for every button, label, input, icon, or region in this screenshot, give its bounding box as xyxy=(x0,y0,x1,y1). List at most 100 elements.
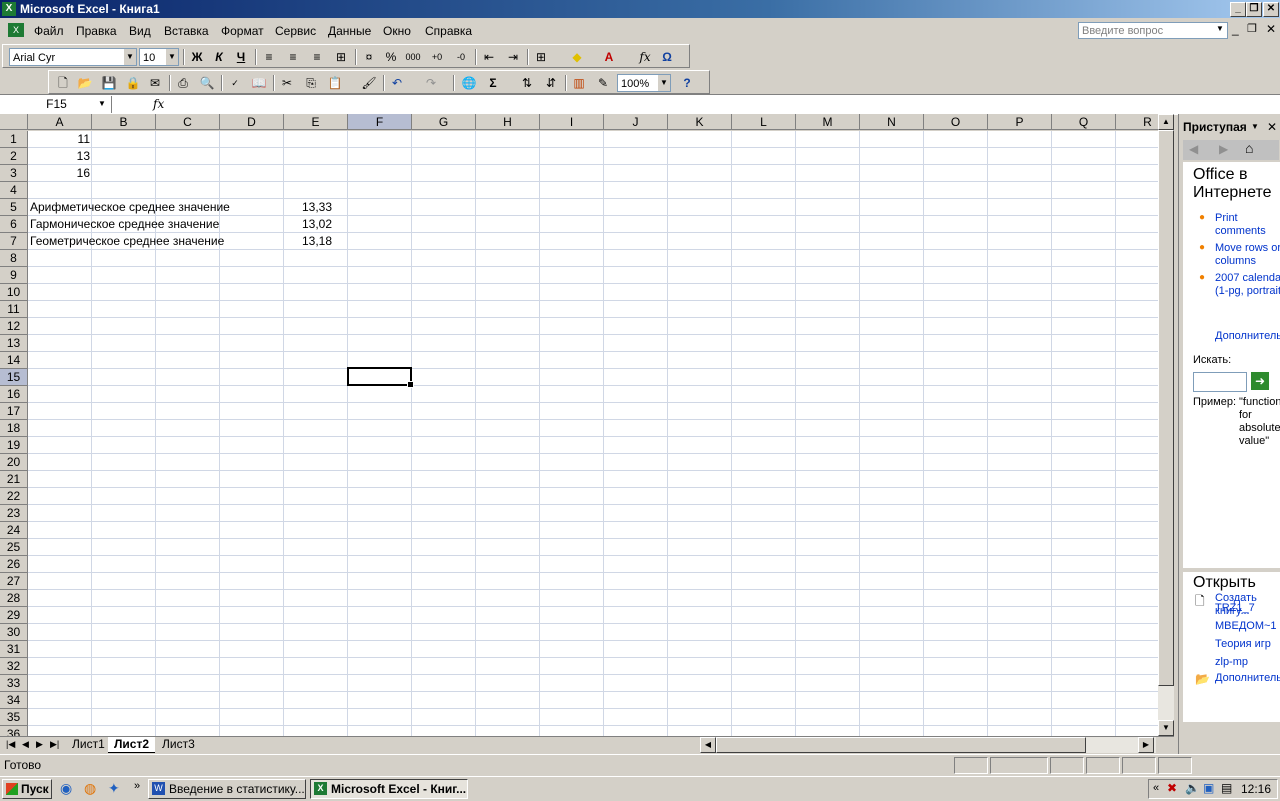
name-box-dropdown-icon[interactable]: ▼ xyxy=(98,99,106,108)
column-header-f[interactable]: F xyxy=(348,114,412,130)
italic-button[interactable]: К xyxy=(209,48,229,66)
task-pane-close-icon[interactable]: ✕ xyxy=(1267,120,1277,134)
row-header-10[interactable]: 10 xyxy=(0,284,28,301)
active-cell-f15[interactable] xyxy=(347,367,414,388)
monitor-icon[interactable]: ▣ xyxy=(1203,781,1214,795)
row-header-32[interactable]: 32 xyxy=(0,658,28,675)
column-header-n[interactable]: N xyxy=(860,114,924,130)
sort-descending-icon[interactable]: ⇵ xyxy=(541,74,561,92)
doc-minimize-button[interactable]: _ xyxy=(1232,22,1239,36)
row-header-33[interactable]: 33 xyxy=(0,675,28,692)
app-icon[interactable]: ✦ xyxy=(108,780,120,797)
fill-color-icon[interactable]: ◆ xyxy=(567,48,587,66)
file-link-2[interactable]: МВЕДОМ~1 xyxy=(1215,620,1280,633)
menu-help[interactable]: Справка xyxy=(425,24,472,38)
task-pane-title[interactable]: Приступая xyxy=(1183,120,1247,134)
font-color-icon[interactable]: A xyxy=(599,48,619,66)
save-icon[interactable]: 💾 xyxy=(99,74,119,92)
row-header-1[interactable]: 1 xyxy=(0,131,28,148)
column-header-g[interactable]: G xyxy=(412,114,476,130)
row-header-9[interactable]: 9 xyxy=(0,267,28,284)
row-header-15[interactable]: 15 xyxy=(0,369,28,386)
browser-icon[interactable]: ◍ xyxy=(84,780,96,797)
column-header-r[interactable]: R xyxy=(1116,114,1158,130)
cell-a3[interactable]: 16 xyxy=(28,165,90,182)
task-search-input[interactable] xyxy=(1193,372,1247,392)
cell-e6[interactable]: 13,02 xyxy=(284,216,332,233)
row-header-22[interactable]: 22 xyxy=(0,488,28,505)
row-header-6[interactable]: 6 xyxy=(0,216,28,233)
zoom-combo[interactable]: 100% ▼ xyxy=(617,74,671,92)
sheet-tab-1[interactable]: Лист1 xyxy=(66,737,111,752)
drawing-icon[interactable]: ✎ xyxy=(593,74,613,92)
align-center-icon[interactable]: ≡ xyxy=(283,48,303,66)
link-calendar[interactable]: 2007 calendar (1-pg, portrait) xyxy=(1215,272,1280,298)
cell-a6[interactable]: Гармоническое среднее значение xyxy=(30,216,219,233)
scroll-down-icon[interactable]: ▼ xyxy=(1158,720,1174,736)
email-icon[interactable]: ✉ xyxy=(145,74,165,92)
column-header-b[interactable]: B xyxy=(92,114,156,130)
autosum-button[interactable]: Σ xyxy=(483,74,503,92)
symbol-button[interactable]: Ω xyxy=(657,48,677,66)
task-button-word[interactable]: W Введение в статистику... xyxy=(148,779,306,799)
ask-question-input[interactable]: Введите вопрос xyxy=(1078,22,1228,39)
cell-a2[interactable]: 13 xyxy=(28,148,90,165)
cut-icon[interactable]: ✂ xyxy=(277,74,297,92)
row-header-34[interactable]: 34 xyxy=(0,692,28,709)
search-go-icon[interactable]: ➜ xyxy=(1251,372,1269,390)
prev-sheet-icon[interactable]: ◀ xyxy=(22,739,29,750)
font-size-combo[interactable]: 10 ▼ xyxy=(139,48,179,66)
worksheet-grid[interactable]: ABCDEFGHIJKLMNOPQR 1 2 3 4 5 6 7 8 9 10 11 12 13 14 15… xyxy=(0,114,1158,736)
row-header-26[interactable]: 26 xyxy=(0,556,28,573)
thousands-button[interactable]: 000 xyxy=(403,48,423,66)
chevron-down-icon[interactable]: ▼ xyxy=(124,49,136,65)
file-link-3[interactable]: Теория игр xyxy=(1215,638,1280,651)
doc-restore-button[interactable]: ❐ xyxy=(1247,22,1257,35)
open-icon[interactable]: 📂 xyxy=(75,74,95,92)
vertical-scrollbar[interactable]: ▲ ▼ xyxy=(1158,114,1174,736)
restore-button[interactable]: ❐ xyxy=(1246,2,1262,17)
close-button[interactable]: ✕ xyxy=(1263,2,1279,17)
print-icon[interactable]: ⎙ xyxy=(173,74,193,92)
percent-button[interactable]: % xyxy=(381,48,401,66)
column-header-d[interactable]: D xyxy=(220,114,284,130)
menu-data[interactable]: Данные xyxy=(328,24,371,38)
undo-icon[interactable]: ↶ xyxy=(387,74,407,92)
cell-a1[interactable]: 11 xyxy=(28,131,90,148)
row-header-7[interactable]: 7 xyxy=(0,233,28,250)
merge-center-icon[interactable]: ⊞ xyxy=(331,48,351,66)
row-header-23[interactable]: 23 xyxy=(0,505,28,522)
row-header-27[interactable]: 27 xyxy=(0,573,28,590)
chevron-down-icon[interactable]: ▼ xyxy=(166,49,178,65)
next-sheet-icon[interactable]: ▶ xyxy=(36,739,43,750)
select-all-corner[interactable] xyxy=(0,114,28,130)
minimize-button[interactable]: _ xyxy=(1230,2,1246,17)
hyperlink-icon[interactable]: 🌐 xyxy=(459,74,479,92)
row-header-31[interactable]: 31 xyxy=(0,641,28,658)
row-header-12[interactable]: 12 xyxy=(0,318,28,335)
insert-function-button[interactable]: fx xyxy=(635,48,655,66)
menu-insert[interactable]: Вставка xyxy=(164,24,209,38)
currency-icon[interactable]: ¤ xyxy=(359,48,379,66)
row-header-8[interactable]: 8 xyxy=(0,250,28,267)
increase-decimal-icon[interactable]: +0 xyxy=(427,48,447,66)
link-create-workbook[interactable]: Создать книгу... xyxy=(1215,592,1280,618)
tray-app-icon[interactable]: ▤ xyxy=(1221,781,1232,795)
link-more-files[interactable]: Дополнительно... xyxy=(1215,672,1280,685)
font-name-combo[interactable]: Arial Cyr ▼ xyxy=(9,48,137,66)
formula-input[interactable] xyxy=(170,96,1270,113)
column-header-k[interactable]: K xyxy=(668,114,732,130)
row-header-17[interactable]: 17 xyxy=(0,403,28,420)
underline-button[interactable]: Ч xyxy=(231,48,251,66)
tray-expand-icon[interactable]: « xyxy=(1153,782,1159,794)
speaker-icon[interactable]: 🔈 xyxy=(1185,781,1200,795)
first-sheet-icon[interactable]: |◀ xyxy=(6,739,15,750)
column-header-p[interactable]: P xyxy=(988,114,1052,130)
menu-file[interactable]: Файл xyxy=(34,24,64,38)
quicklaunch-more-icon[interactable]: » xyxy=(134,780,140,792)
permission-icon[interactable]: 🔒 xyxy=(123,74,143,92)
fx-label[interactable]: fx xyxy=(153,97,164,111)
column-header-m[interactable]: M xyxy=(796,114,860,130)
chevron-down-icon[interactable]: ▼ xyxy=(658,75,670,91)
cell-e5[interactable]: 13,33 xyxy=(284,199,332,216)
